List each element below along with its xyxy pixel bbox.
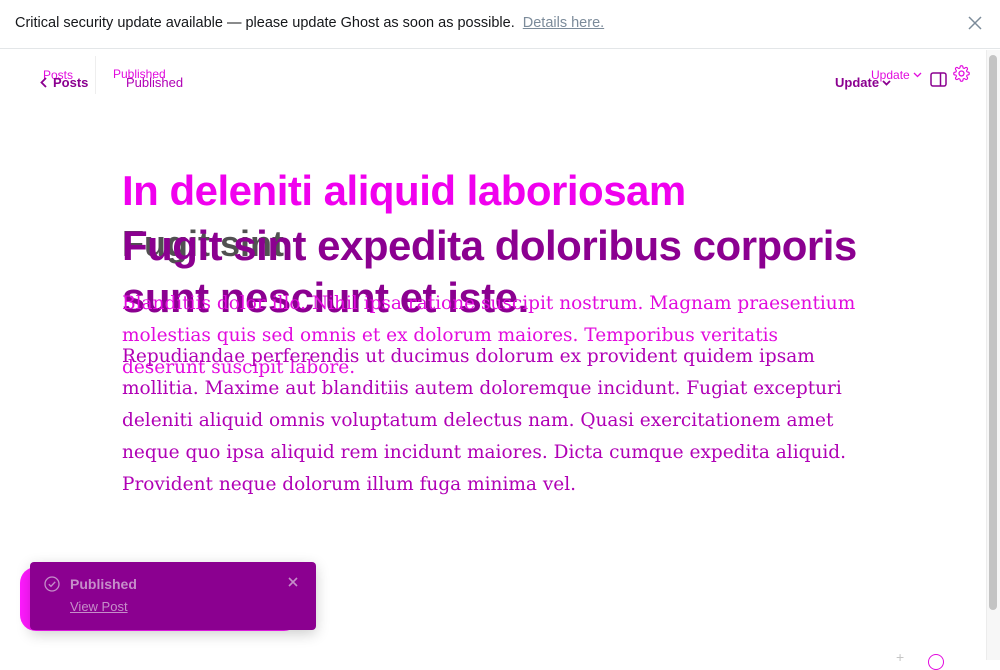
scrollbar-thumb[interactable] [989,55,997,610]
close-icon[interactable] [288,577,298,587]
plus-icon[interactable]: + [896,650,904,664]
published-toast: Published View Post [30,562,316,630]
chevron-left-icon [40,77,47,88]
post-title-ghost: In deleniti aliquid laboriosam [122,167,686,214]
help-icon[interactable] [928,654,944,670]
view-post-link[interactable]: View Post [70,599,128,614]
chevron-down-icon [913,72,922,78]
chevron-down-icon [882,79,891,86]
post-body[interactable]: Repudiandae perferendis ut ducimus dolor… [122,341,862,501]
post-status: Published [126,75,184,90]
toast-title: Published [70,576,137,592]
banner-text: Critical security update available — ple… [15,15,604,31]
update-label: Update [835,75,880,90]
gear-icon[interactable] [953,65,970,82]
back-to-posts-link[interactable]: Posts [40,75,88,90]
sidebar-toggle-icon[interactable] [930,72,947,87]
close-icon[interactable] [968,16,982,30]
security-update-banner: Critical security update available — ple… [0,0,1000,49]
header-divider [95,56,96,94]
check-circle-icon [44,576,60,592]
update-button[interactable]: Update [835,75,891,90]
banner-details-link[interactable]: Details here. [523,15,604,31]
back-to-posts-label: Posts [53,75,89,90]
banner-message: Critical security update available — ple… [15,15,515,31]
